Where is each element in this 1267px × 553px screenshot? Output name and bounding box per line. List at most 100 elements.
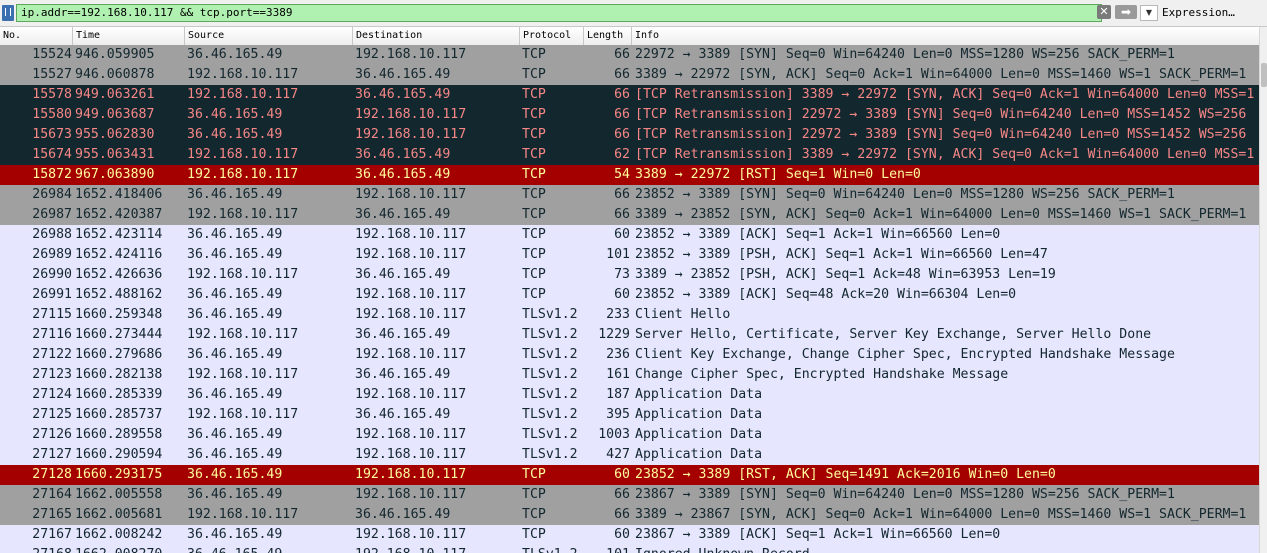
packet-row[interactable]: 15524 946.059905 36.46.165.49 192.168.10.11… — [0, 45, 1259, 65]
packet-length-cell: 66 — [614, 507, 630, 522]
packet-length-cell: 66 — [614, 87, 630, 102]
packet-row[interactable]: 15872 967.063890 192.168.10.117 36.46.165.4… — [0, 165, 1259, 185]
packet-info-cell: 3389 → 23867 [SYN, ACK] Seq=0 Ack=1 Win=… — [635, 507, 1247, 522]
column-header-destination[interactable]: Destination — [353, 27, 520, 45]
packet-length-cell: 66 — [614, 487, 630, 502]
packet-length-cell: 66 — [614, 107, 630, 122]
packet-number-cell: 27124 — [32, 387, 72, 402]
packet-source-cell: 36.46.165.49 — [187, 107, 283, 122]
packet-row[interactable]: 27128 1660.293175 36.46.165.49 192.168.10.1… — [0, 465, 1259, 485]
packet-protocol-cell: TCP — [522, 527, 546, 542]
packet-source-cell: 36.46.165.49 — [187, 347, 283, 362]
packet-row[interactable]: 27122 1660.279686 36.46.165.49 192.168.10.1… — [0, 345, 1259, 365]
packet-info-cell: [TCP Retransmission] 22972 → 3389 [SYN] … — [635, 127, 1247, 142]
packet-row[interactable]: 27125 1660.285737 192.168.10.117 36.46.165.… — [0, 405, 1259, 425]
packet-row[interactable]: 27115 1660.259348 36.46.165.49 192.168.10.1… — [0, 305, 1259, 325]
packet-row[interactable]: 15527 946.060878 192.168.10.117 36.46.165.4… — [0, 65, 1259, 85]
packet-destination-cell: 192.168.10.117 — [355, 107, 467, 122]
packet-protocol-cell: TCP — [522, 207, 546, 222]
packet-time-cell: 1652.426636 — [75, 267, 163, 282]
packet-row[interactable]: 26991 1652.488162 36.46.165.49 192.168.10.1… — [0, 285, 1259, 305]
packet-info-cell: 23852 → 3389 [SYN] Seq=0 Win=64240 Len=0… — [635, 187, 1175, 202]
packet-destination-cell: 192.168.10.117 — [355, 487, 467, 502]
packet-row[interactable]: 27164 1662.005558 36.46.165.49 192.168.10.1… — [0, 485, 1259, 505]
packet-source-cell: 36.46.165.49 — [187, 447, 283, 462]
packet-row[interactable]: 27116 1660.273444 192.168.10.117 36.46.165.… — [0, 325, 1259, 345]
packet-info-cell: [TCP Retransmission] 3389 → 22972 [SYN, … — [635, 87, 1255, 102]
packet-time-cell: 1662.005558 — [75, 487, 163, 502]
packet-number-cell: 27123 — [32, 367, 72, 382]
packet-protocol-cell: TCP — [522, 227, 546, 242]
packet-info-cell: [TCP Retransmission] 22972 → 3389 [SYN] … — [635, 107, 1247, 122]
packet-time-cell: 1660.259348 — [75, 307, 163, 322]
clear-filter-icon[interactable]: ✕ — [1097, 5, 1111, 19]
packet-info-cell: Application Data — [635, 447, 763, 462]
apply-filter-icon[interactable]: ➡ — [1115, 5, 1137, 19]
packet-source-cell: 36.46.165.49 — [187, 307, 283, 322]
packet-protocol-cell: TCP — [522, 467, 546, 482]
packet-row[interactable]: 15578 949.063261 192.168.10.117 36.46.165.4… — [0, 85, 1259, 105]
column-header-length[interactable]: Length — [584, 27, 632, 45]
packet-row[interactable]: 27126 1660.289558 36.46.165.49 192.168.10.1… — [0, 425, 1259, 445]
packet-protocol-cell: TLSv1.2 — [522, 545, 584, 553]
packet-length-cell: 236 — [606, 347, 630, 362]
packet-info-cell: 23852 → 3389 [ACK] Seq=1 Ack=1 Win=66560… — [635, 227, 1001, 242]
packet-length-cell: 427 — [606, 447, 630, 462]
packet-source-cell: 36.46.165.49 — [187, 187, 283, 202]
packet-destination-cell: 36.46.165.49 — [355, 407, 451, 422]
packet-time-cell: 1660.289558 — [75, 427, 163, 442]
packet-source-cell: 192.168.10.117 — [187, 167, 299, 182]
packet-number-cell: 15872 — [32, 167, 72, 182]
packet-info-cell: 23867 → 3389 [ACK] Seq=1 Ack=1 Win=66560… — [635, 527, 1001, 542]
packet-length-cell: 233 — [606, 307, 630, 322]
packet-list[interactable]: 15524 946.059905 36.46.165.49 192.168.10.11… — [0, 45, 1259, 553]
packet-time-cell: 1660.285339 — [75, 387, 163, 402]
packet-row[interactable]: 26987 1652.420387 192.168.10.117 36.46.165.… — [0, 205, 1259, 225]
packet-time-cell: 1652.424116 — [75, 247, 163, 262]
packet-protocol-cell: TCP — [522, 507, 546, 522]
packet-protocol-cell: TCP — [522, 167, 546, 182]
column-header-source[interactable]: Source — [185, 27, 353, 45]
packet-destination-cell: 36.46.165.49 — [355, 167, 451, 182]
packet-info-cell: 3389 → 23852 [PSH, ACK] Seq=1 Ack=48 Win… — [635, 267, 1056, 282]
packet-row[interactable]: 27123 1660.282138 192.168.10.117 36.46.165.… — [0, 365, 1259, 385]
packet-time-cell: 1660.285737 — [75, 407, 163, 422]
display-filter-input[interactable]: ip.addr==192.168.10.117 && tcp.port==338… — [16, 4, 1102, 22]
packet-protocol-cell: TLSv1.2 — [522, 307, 578, 322]
column-header-info[interactable]: Info — [632, 27, 1259, 45]
packet-row[interactable]: 26989 1652.424116 36.46.165.49 192.168.10.1… — [0, 245, 1259, 265]
packet-row[interactable]: 26988 1652.423114 36.46.165.49 192.168.10.1… — [0, 225, 1259, 246]
packet-source-cell: 36.46.165.49 — [187, 467, 283, 482]
packet-row[interactable]: 27124 1660.285339 36.46.165.49 192.168.10.1… — [0, 385, 1259, 405]
packet-row[interactable]: 15674 955.063431 192.168.10.117 36.46.165.4… — [0, 145, 1259, 165]
packet-source-cell: 36.46.165.49 — [187, 427, 283, 442]
expression-button[interactable]: Expression… — [1162, 5, 1262, 21]
vertical-scrollbar[interactable] — [1259, 27, 1267, 553]
bookmark-icon[interactable] — [2, 5, 14, 21]
packet-row[interactable]: 15673 955.062830 36.46.165.49 192.168.10.11… — [0, 125, 1259, 145]
packet-row[interactable]: 271681662.00827036.46.165.49192.168.10.1… — [0, 545, 1259, 553]
packet-number-cell: 27126 — [32, 427, 72, 442]
packet-number-cell: 27167 — [32, 527, 72, 542]
packet-source-cell: 192.168.10.117 — [187, 67, 299, 82]
packet-source-cell: 192.168.10.117 — [187, 407, 299, 422]
column-header-no[interactable]: No. — [0, 27, 73, 45]
packet-row[interactable]: 15580 949.063687 36.46.165.49 192.168.10.11… — [0, 105, 1259, 125]
packet-row[interactable]: 26984 1652.418406 36.46.165.49 192.168.10.1… — [0, 185, 1259, 205]
packet-time-cell: 1652.420387 — [75, 207, 163, 222]
packet-source-cell: 192.168.10.117 — [187, 87, 299, 102]
packet-length-cell: 62 — [614, 147, 630, 162]
packet-row[interactable]: 27167 1662.008242 36.46.165.49 192.168.10.1… — [0, 525, 1259, 545]
scrollbar-thumb[interactable] — [1261, 63, 1267, 87]
packet-number-cell: 27127 — [32, 447, 72, 462]
packet-protocol-cell: TCP — [522, 127, 546, 142]
packet-source-cell: 36.46.165.49 — [187, 387, 283, 402]
column-header-protocol[interactable]: Protocol — [520, 27, 584, 45]
filter-history-dropdown-icon[interactable]: ▼ — [1140, 5, 1158, 21]
packet-row[interactable]: 26990 1652.426636 192.168.10.117 36.46.165.… — [0, 265, 1259, 285]
column-header-time[interactable]: Time — [73, 27, 185, 45]
packet-destination-cell: 36.46.165.49 — [355, 147, 451, 162]
packet-source-cell: 192.168.10.117 — [187, 267, 299, 282]
packet-row[interactable]: 27127 1660.290594 36.46.165.49 192.168.10.1… — [0, 445, 1259, 465]
packet-row[interactable]: 27165 1662.005681 192.168.10.117 36.46.165.… — [0, 505, 1259, 525]
